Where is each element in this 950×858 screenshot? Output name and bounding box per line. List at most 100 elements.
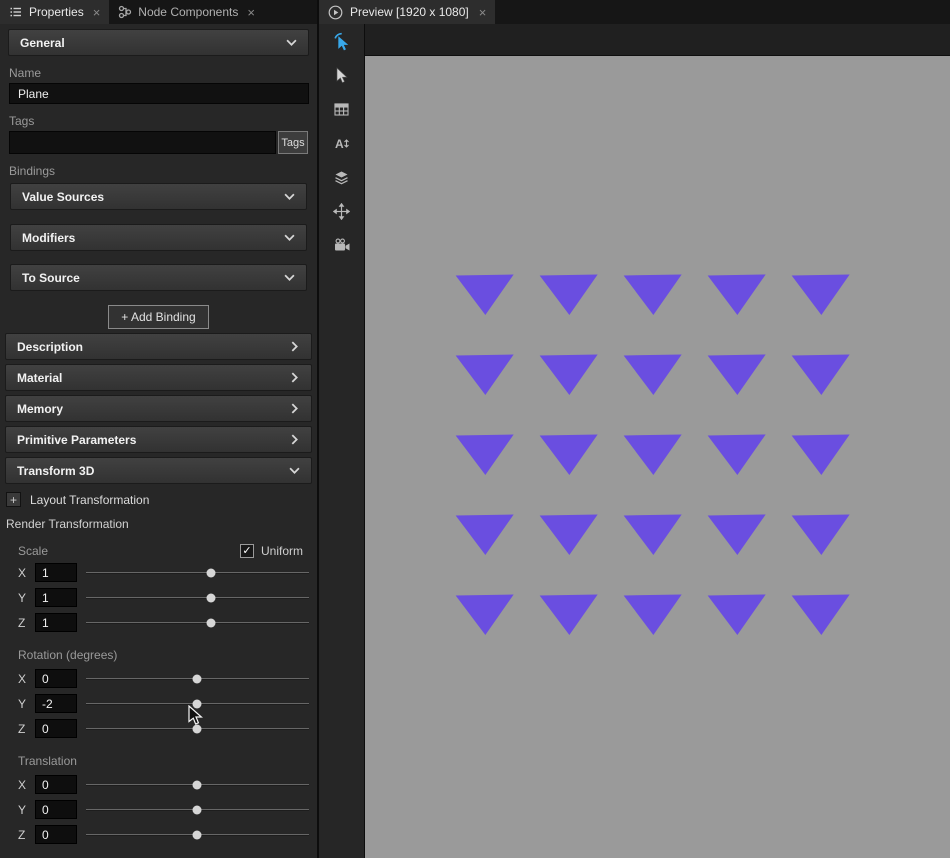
camera-tool[interactable]	[319, 228, 364, 262]
rotation-y-slider[interactable]	[84, 691, 313, 716]
scene-triangle[interactable]	[540, 434, 599, 475]
tab-node-components[interactable]: Node Components ×	[109, 0, 264, 24]
font-tool[interactable]: A	[319, 126, 364, 160]
section-label: Transform 3D	[17, 464, 94, 478]
interact-tool[interactable]	[319, 24, 364, 58]
tab-preview[interactable]: Preview [1920 x 1080] ×	[319, 0, 495, 24]
scene-triangle[interactable]	[708, 594, 767, 635]
scene-triangle[interactable]	[792, 514, 851, 555]
slider-handle[interactable]	[207, 593, 216, 602]
scene-triangle[interactable]	[624, 594, 683, 635]
slider-handle[interactable]	[193, 724, 202, 733]
rotation-y-input[interactable]	[35, 694, 77, 713]
scene-triangle[interactable]	[708, 434, 767, 475]
slider-handle[interactable]	[193, 780, 202, 789]
scene-triangle[interactable]	[624, 354, 683, 395]
scale-y-input[interactable]	[35, 588, 77, 607]
grid-tool[interactable]	[319, 92, 364, 126]
scene-triangle[interactable]	[792, 594, 851, 635]
section-description[interactable]: Description	[5, 333, 312, 360]
properties-content: General Name Tags Tags Bindings Value So…	[0, 24, 317, 858]
rotation-z-input[interactable]	[35, 719, 77, 738]
translation-z-slider[interactable]	[84, 822, 313, 847]
scene-triangle[interactable]	[792, 354, 851, 395]
scene-triangle[interactable]	[792, 434, 851, 475]
slider-handle[interactable]	[193, 805, 202, 814]
axis-label: Y	[18, 697, 28, 711]
scene-triangle[interactable]	[708, 354, 767, 395]
scene-triangle[interactable]	[540, 514, 599, 555]
scene-triangle[interactable]	[792, 274, 851, 315]
section-transform-3d[interactable]: Transform 3D	[5, 457, 312, 484]
section-value-sources[interactable]: Value Sources	[10, 183, 307, 210]
add-binding-button[interactable]: + Add Binding	[108, 305, 208, 329]
tags-label: Tags	[9, 114, 308, 128]
translation-x-slider[interactable]	[84, 772, 313, 797]
slider-handle[interactable]	[193, 830, 202, 839]
section-to-source[interactable]: To Source	[10, 264, 307, 291]
name-input[interactable]	[9, 83, 309, 104]
layout-transformation-label: Layout Transformation	[30, 493, 149, 507]
scene-triangle[interactable]	[540, 274, 599, 315]
rotation-x-row: X	[18, 666, 313, 691]
rotation-label: Rotation (degrees)	[18, 648, 303, 662]
scene-triangle[interactable]	[540, 354, 599, 395]
section-material[interactable]: Material	[5, 364, 312, 391]
translation-y-slider[interactable]	[84, 797, 313, 822]
select-tool[interactable]	[319, 58, 364, 92]
close-icon[interactable]: ×	[479, 6, 487, 19]
rotation-z-slider[interactable]	[84, 716, 313, 741]
slider-handle[interactable]	[207, 568, 216, 577]
scale-y-slider[interactable]	[84, 585, 313, 610]
section-modifiers[interactable]: Modifiers	[10, 224, 307, 251]
tags-input[interactable]	[9, 131, 276, 154]
scale-z-input[interactable]	[35, 613, 77, 632]
tab-properties[interactable]: Properties ×	[0, 0, 109, 24]
scene-triangle[interactable]	[624, 274, 683, 315]
scene-triangle[interactable]	[708, 274, 767, 315]
slider-handle[interactable]	[193, 674, 202, 683]
scale-header: Scale ✓ Uniform	[18, 544, 303, 558]
translation-z-input[interactable]	[35, 825, 77, 844]
viewport-3d[interactable]	[365, 56, 950, 858]
scene-triangle[interactable]	[540, 594, 599, 635]
tags-button[interactable]: Tags	[278, 131, 308, 154]
section-label: Value Sources	[22, 190, 104, 204]
scene-triangle[interactable]	[456, 594, 515, 635]
scene-triangle[interactable]	[456, 514, 515, 555]
tab-label: Properties	[29, 5, 84, 19]
slider-track	[86, 622, 309, 624]
scene-triangle[interactable]	[456, 354, 515, 395]
close-icon[interactable]: ×	[247, 6, 255, 19]
chevron-down-icon	[289, 467, 300, 474]
app-window: Properties × Node Components × General N…	[0, 0, 950, 858]
scene-triangle[interactable]	[708, 514, 767, 555]
translation-y-input[interactable]	[35, 800, 77, 819]
translation-x-input[interactable]	[35, 775, 77, 794]
slider-handle[interactable]	[193, 699, 202, 708]
scene-triangle[interactable]	[456, 434, 515, 475]
bindings-label: Bindings	[9, 164, 308, 178]
chevron-right-icon	[289, 436, 300, 443]
close-icon[interactable]: ×	[93, 6, 101, 19]
scale-x-slider[interactable]	[84, 560, 313, 585]
preview-content	[365, 24, 950, 858]
section-primitive-parameters[interactable]: Primitive Parameters	[5, 426, 312, 453]
rotation-x-slider[interactable]	[84, 666, 313, 691]
scene-triangle[interactable]	[456, 274, 515, 315]
preview-panel: Preview [1920 x 1080] × A	[319, 0, 950, 858]
section-memory[interactable]: Memory	[5, 395, 312, 422]
section-general[interactable]: General	[8, 29, 309, 56]
rotation-x-input[interactable]	[35, 669, 77, 688]
add-layout-transformation-button[interactable]: +	[6, 492, 21, 507]
layers-tool[interactable]	[319, 160, 364, 194]
scale-x-input[interactable]	[35, 563, 77, 582]
scale-z-slider[interactable]	[84, 610, 313, 635]
transform-tool[interactable]	[319, 194, 364, 228]
uniform-checkbox[interactable]: ✓	[240, 544, 254, 558]
scene-triangle[interactable]	[624, 434, 683, 475]
slider-handle[interactable]	[207, 618, 216, 627]
scene-triangle[interactable]	[624, 514, 683, 555]
axis-label: Y	[18, 591, 28, 605]
translation-x-row: X	[18, 772, 313, 797]
